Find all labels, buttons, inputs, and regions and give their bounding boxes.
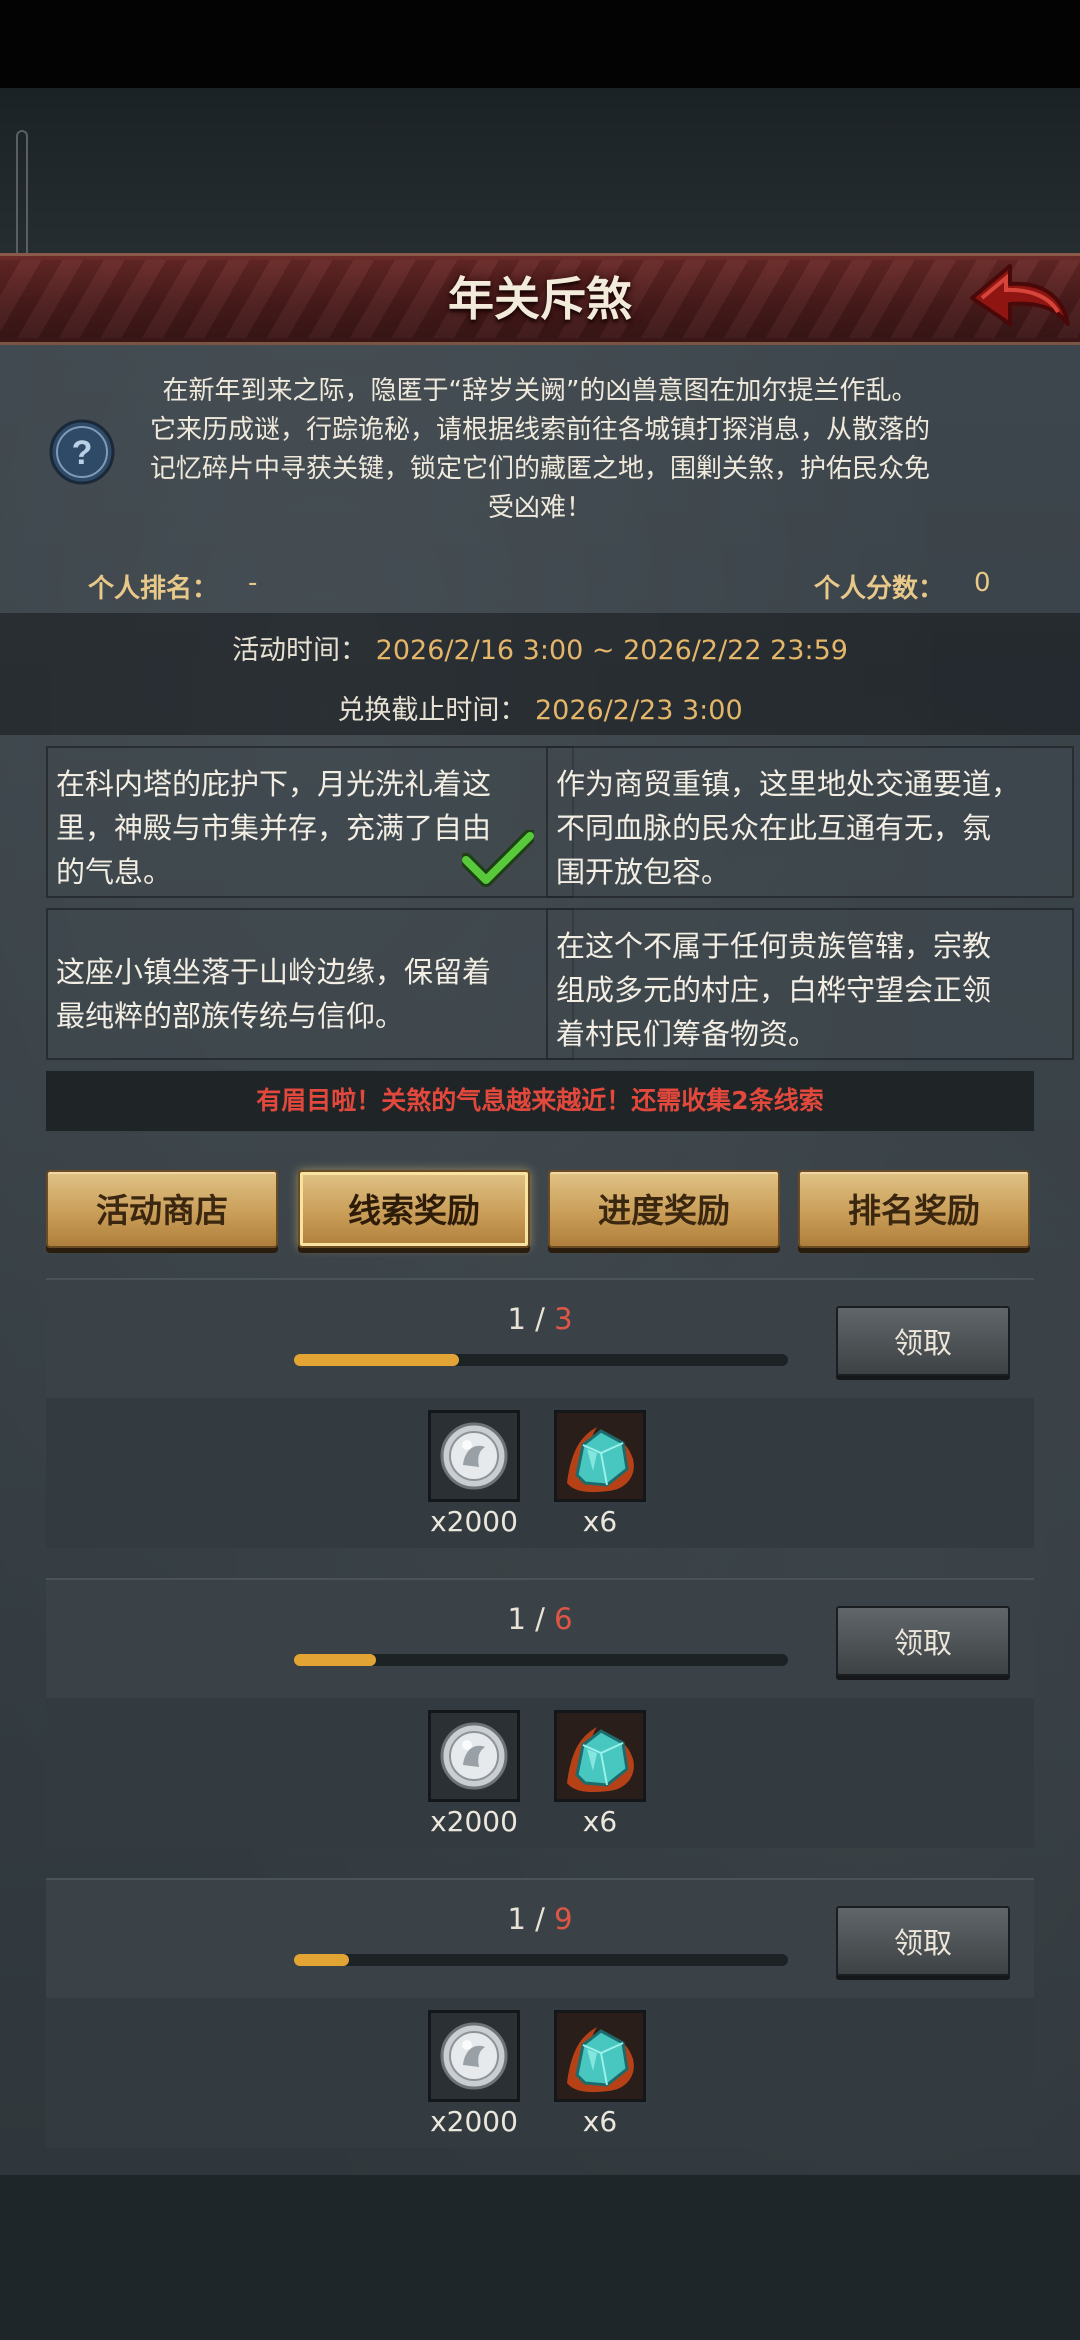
event-time-value: 2026/2/16 3:00 ~ 2026/2/22 23:59 xyxy=(375,635,848,666)
silver-coin-icon xyxy=(431,2013,517,2103)
question-mark-icon: ? xyxy=(49,419,115,485)
clue-hint-banner: 有眉目啦！关煞的气息越来越近！还需收集2条线索 xyxy=(46,1070,1034,1132)
description-line: 记忆碎片中寻获关键，锁定它们的藏匿之地，围剿关煞，护佑民众免 xyxy=(149,454,930,484)
clue-card[interactable]: 在这个不属于任何贵族管辖，宗教 组成多元的村庄，白桦守望会正领 着村民们筹备物资… xyxy=(546,908,1074,1060)
personal-score-label: 个人分数： xyxy=(814,574,945,604)
clue-line: 着村民们筹备物资。 xyxy=(556,1017,818,1051)
description-line: 在新年到来之际，隐匿于“辞岁关阙”的凶兽意图在加尔提兰作乱。 xyxy=(162,376,918,406)
reward-item[interactable] xyxy=(428,2010,520,2102)
tab-clue-rewards[interactable]: 线索奖励 xyxy=(298,1170,530,1248)
progress-separator: / xyxy=(525,1602,555,1636)
reward-item[interactable] xyxy=(428,1410,520,1502)
progress-bar xyxy=(294,1954,788,1966)
title-bar: 年关斥煞 xyxy=(0,253,1080,345)
progress-current: 1 xyxy=(507,1602,526,1636)
exchange-deadline-value: 2026/2/23 3:00 xyxy=(534,695,743,726)
progress-total: 6 xyxy=(554,1602,573,1636)
clue-line: 最纯粹的部族传统与信仰。 xyxy=(56,999,405,1033)
progress-separator: / xyxy=(525,1902,555,1936)
clue-line: 不同血脉的民众在此互通有无，氛 xyxy=(556,811,992,845)
event-time: 活动时间： 2026/2/16 3:00 ~ 2026/2/22 23:59 xyxy=(0,628,1080,667)
crystal-ore-icon xyxy=(557,1713,643,1799)
reward-quantity: x6 xyxy=(582,1805,618,1838)
progress-total: 3 xyxy=(554,1302,573,1336)
clue-line: 这座小镇坐落于山岭边缘，保留着 xyxy=(56,955,492,989)
crystal-ore-icon xyxy=(557,1413,643,1503)
claim-button[interactable]: 领取 xyxy=(836,1306,1010,1376)
bottom-area xyxy=(0,2175,1080,2340)
silver-coin-icon xyxy=(431,1713,517,1799)
progress-total: 9 xyxy=(554,1902,573,1936)
description-line: 它来历成谜，行踪诡秘，请根据线索前往各城镇打探消息，从散落的 xyxy=(149,415,930,445)
reward-quantity: x2000 xyxy=(430,2105,518,2138)
progress-separator: / xyxy=(525,1302,555,1336)
reward-quantity: x6 xyxy=(582,1505,618,1538)
event-description: 在新年到来之际，隐匿于“辞岁关阙”的凶兽意图在加尔提兰作乱。 它来历成谜，行踪诡… xyxy=(125,372,955,528)
personal-score-value: 0 xyxy=(974,568,991,598)
progress-bar xyxy=(294,1354,788,1366)
reward-item[interactable] xyxy=(554,1410,646,1502)
progress-fill xyxy=(294,1354,459,1366)
reward-quantity: x2000 xyxy=(430,1805,518,1838)
exchange-deadline-label: 兑换截止时间： xyxy=(337,695,527,726)
description-line: 受凶难！ xyxy=(487,493,592,523)
clue-line: 组成多元的村庄，白桦守望会正领 xyxy=(556,973,992,1007)
silver-coin-icon xyxy=(431,1413,517,1503)
silver-coin-icon xyxy=(431,1713,517,1803)
reward-row: 1 / 3 领取 x2000 x6 xyxy=(46,1278,1034,1548)
reward-row: 1 / 9 领取 x2000 x6 xyxy=(46,1878,1034,2148)
silver-coin-icon xyxy=(431,2013,517,2099)
reward-quantity: x2000 xyxy=(430,1505,518,1538)
reward-quantity: x6 xyxy=(582,2105,618,2138)
crystal-ore-icon xyxy=(557,2013,643,2103)
clue-line: 作为商贸重镇，这里地处交通要道， xyxy=(556,767,1021,801)
clue-line: 在科内塔的庇护下，月光洗礼着这 xyxy=(56,767,492,801)
back-button[interactable] xyxy=(966,258,1074,340)
progress-current: 1 xyxy=(507,1902,526,1936)
page-title: 年关斥煞 xyxy=(448,272,632,326)
progress-fill xyxy=(294,1654,377,1666)
reward-item[interactable] xyxy=(428,1710,520,1802)
crystal-ore-icon xyxy=(557,1413,643,1499)
tab-event-shop[interactable]: 活动商店 xyxy=(46,1170,278,1248)
svg-text:?: ? xyxy=(72,434,93,472)
tab-ranking-rewards[interactable]: 排名奖励 xyxy=(798,1170,1030,1248)
help-button[interactable]: ? xyxy=(48,418,116,486)
crystal-ore-icon xyxy=(557,2013,643,2099)
reward-row: 1 / 6 领取 x2000 x6 xyxy=(46,1578,1034,1848)
personal-rank-value: - xyxy=(248,568,258,598)
reward-item[interactable] xyxy=(554,1710,646,1802)
personal-rank-label: 个人排名： xyxy=(88,574,219,604)
edge-handle[interactable] xyxy=(16,130,28,258)
exchange-deadline: 兑换截止时间： 2026/2/23 3:00 xyxy=(0,688,1080,727)
status-bar-area xyxy=(0,0,1080,88)
reward-item[interactable] xyxy=(554,2010,646,2102)
back-arrow-icon xyxy=(970,264,1070,326)
progress-fill xyxy=(294,1954,349,1966)
tab-progress-rewards[interactable]: 进度奖励 xyxy=(548,1170,780,1248)
crystal-ore-icon xyxy=(557,1713,643,1803)
event-time-label: 活动时间： xyxy=(232,635,368,666)
claim-button[interactable]: 领取 xyxy=(836,1906,1010,1976)
clue-line: 在这个不属于任何贵族管辖，宗教 xyxy=(556,929,992,963)
collected-check-icon xyxy=(459,829,537,890)
header-backdrop xyxy=(0,88,1080,253)
claim-button[interactable]: 领取 xyxy=(836,1606,1010,1676)
progress-bar xyxy=(294,1654,788,1666)
silver-coin-icon xyxy=(431,1413,517,1499)
progress-current: 1 xyxy=(507,1302,526,1336)
clue-card[interactable]: 这座小镇坐落于山岭边缘，保留着 最纯粹的部族传统与信仰。 xyxy=(46,908,574,1060)
clue-line: 围开放包容。 xyxy=(556,855,731,889)
clue-card[interactable]: 作为商贸重镇，这里地处交通要道， 不同血脉的民众在此互通有无，氛 围开放包容。 xyxy=(546,746,1074,898)
